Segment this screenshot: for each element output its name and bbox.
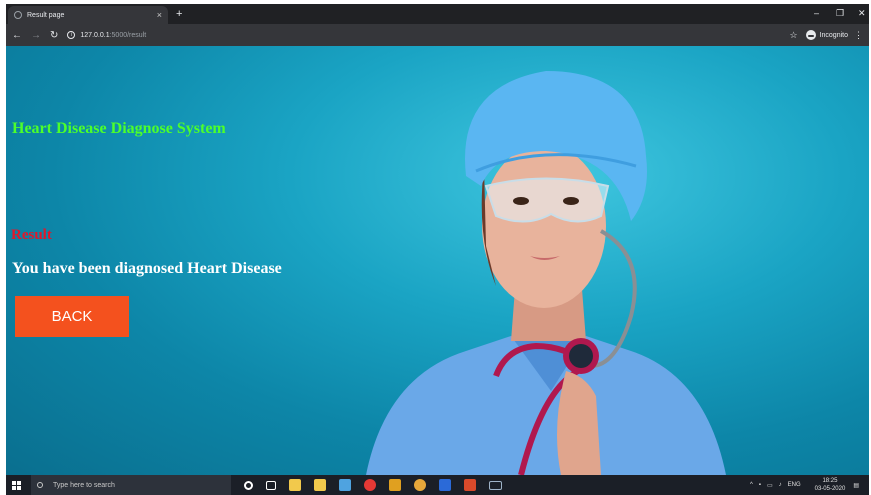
search-placeholder: Type here to search [53, 481, 115, 489]
pen-app-icon[interactable] [464, 479, 476, 491]
store-icon[interactable] [314, 479, 326, 491]
browser-toolbar: ← → ↻ i 127.0.0.1:5000/result ☆ Incognit… [6, 24, 869, 46]
chevron-up-icon[interactable]: ^ [750, 482, 753, 488]
language-indicator[interactable]: ENG [788, 482, 801, 488]
result-label: Result [11, 227, 52, 243]
chrome-icon[interactable] [414, 479, 426, 491]
volume-icon[interactable]: ♪ [779, 482, 782, 488]
page-title: Heart Disease Diagnose System [12, 120, 226, 137]
bookmark-star-icon[interactable]: ☆ [790, 30, 798, 41]
opera-icon[interactable] [364, 479, 376, 491]
tab-strip: Result page × + – ❐ ✕ [6, 4, 869, 24]
back-button[interactable]: BACK [15, 296, 129, 337]
globe-icon [14, 11, 22, 19]
terminal-icon[interactable] [489, 480, 502, 490]
task-view-icon[interactable] [266, 480, 276, 490]
page-content: Heart Disease Diagnose System Result You… [6, 46, 869, 475]
tab-result-page[interactable]: Result page × [8, 6, 168, 24]
back-arrow-icon[interactable]: ← [12, 30, 22, 41]
battery-icon[interactable]: ▭ [767, 482, 773, 489]
clock[interactable]: 18:25 03-05-2020 [815, 477, 846, 493]
info-icon[interactable]: i [67, 31, 76, 39]
incognito-icon [805, 30, 816, 40]
url-path: :5000/result [109, 31, 147, 39]
screen: Result page × + – ❐ ✕ ← → ↻ i 127.0.0.1:… [0, 0, 871, 495]
tab-title: Result page [27, 11, 65, 19]
app-icon[interactable] [389, 479, 401, 491]
close-window-button[interactable]: ✕ [858, 8, 866, 19]
system-tray: ^ ▪ ▭ ♪ ENG 18:25 03-05-2020 ▤ [750, 475, 865, 495]
url-host: 127.0.0.1 [80, 31, 110, 39]
word-icon[interactable] [439, 479, 451, 491]
kebab-menu-icon[interactable]: ⋮ [854, 30, 863, 41]
incognito-indicator[interactable]: Incognito [805, 30, 848, 40]
notifications-icon[interactable]: ▤ [853, 482, 859, 489]
taskbar-search[interactable]: Type here to search [31, 475, 231, 495]
taskbar: Type here to search ^ ▪ ▭ ♪ ENG 18:25 03… [6, 475, 869, 495]
diagnosis-result-text: You have been diagnosed Heart Disease [12, 260, 282, 277]
clock-date: 03-05-2020 [814, 486, 846, 492]
file-explorer-icon[interactable] [289, 479, 301, 491]
windows-start-icon[interactable] [12, 480, 21, 490]
new-tab-button[interactable]: + [176, 8, 182, 20]
forward-arrow-icon[interactable]: → [31, 30, 41, 41]
search-icon [37, 482, 43, 488]
cortana-icon[interactable] [244, 480, 253, 490]
nurse-illustration [366, 71, 726, 475]
address-bar[interactable]: i 127.0.0.1:5000/result [67, 27, 789, 43]
reload-icon[interactable]: ↻ [50, 30, 58, 41]
restore-button[interactable]: ❐ [836, 8, 844, 19]
mail-icon[interactable] [339, 479, 351, 491]
close-tab-icon[interactable]: × [157, 10, 162, 20]
incognito-label: Incognito [819, 31, 848, 39]
clock-time: 18:25 [822, 478, 838, 484]
network-icon[interactable]: ▪ [759, 482, 761, 488]
minimize-button[interactable]: – [814, 8, 819, 18]
